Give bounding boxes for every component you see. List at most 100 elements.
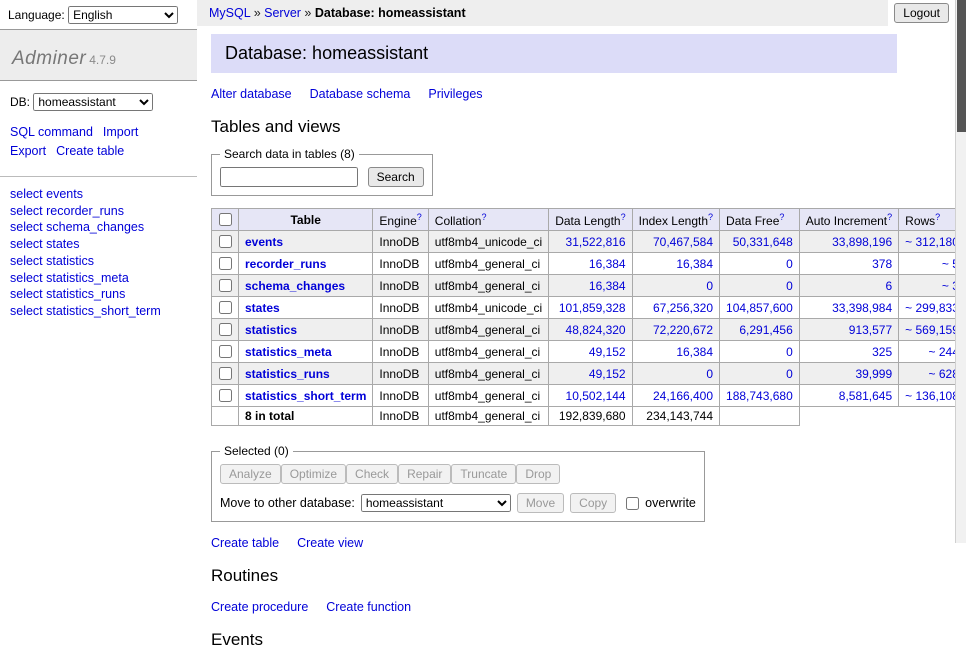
- sidebar-item-select-schema-changes[interactable]: select schema_changes: [10, 220, 144, 234]
- index-length-link[interactable]: 72,220,672: [653, 323, 713, 337]
- table-link-statistics-short-term[interactable]: statistics_short_term: [245, 389, 366, 403]
- data-free-link[interactable]: 50,331,648: [733, 235, 793, 249]
- repair-button[interactable]: Repair: [398, 464, 451, 484]
- scrollbar-thumb[interactable]: [957, 0, 966, 132]
- sidebar-link-import[interactable]: Import: [103, 125, 138, 139]
- search-button[interactable]: Search: [368, 167, 424, 187]
- table-link-statistics[interactable]: statistics: [245, 323, 297, 337]
- auto-increment-link[interactable]: 6: [885, 279, 892, 293]
- data-length-link[interactable]: 49,152: [589, 345, 626, 359]
- sidebar-item-select-statistics[interactable]: select statistics: [10, 254, 94, 268]
- data-free-link[interactable]: 0: [786, 345, 793, 359]
- table-link-states[interactable]: states: [245, 301, 280, 315]
- table-link-recorder-runs[interactable]: recorder_runs: [245, 257, 326, 271]
- data-length-link[interactable]: 16,384: [589, 279, 626, 293]
- sidebar-item-select-recorder-runs[interactable]: select recorder_runs: [10, 204, 124, 218]
- link-create-function[interactable]: Create function: [326, 600, 411, 614]
- index-length-link[interactable]: 0: [706, 367, 713, 381]
- help-link[interactable]: ?: [621, 214, 626, 228]
- app-name[interactable]: Adminer: [12, 48, 86, 69]
- auto-increment-link[interactable]: 33,398,984: [832, 301, 892, 315]
- link-create-view[interactable]: Create view: [297, 536, 363, 550]
- rows-link[interactable]: ~ 312,180: [905, 235, 959, 249]
- data-free-link[interactable]: 0: [786, 367, 793, 381]
- move-button[interactable]: Move: [517, 493, 564, 513]
- breadcrumb-link-mysql[interactable]: MySQL: [209, 6, 250, 20]
- rows-link[interactable]: ~ 136,108: [905, 389, 959, 403]
- help-link[interactable]: ?: [779, 214, 784, 228]
- index-length-link[interactable]: 0: [706, 279, 713, 293]
- collation-cell: utf8mb4_general_ci: [428, 275, 548, 297]
- index-length-link[interactable]: 24,166,400: [653, 389, 713, 403]
- row-checkbox-recorder-runs[interactable]: [219, 257, 232, 270]
- link-alter-database[interactable]: Alter database: [211, 87, 292, 101]
- truncate-button[interactable]: Truncate: [451, 464, 516, 484]
- analyze-button[interactable]: Analyze: [220, 464, 281, 484]
- table-link-events[interactable]: events: [245, 235, 283, 249]
- help-link[interactable]: ?: [708, 214, 713, 228]
- help-link[interactable]: ?: [935, 214, 940, 228]
- link-database-schema[interactable]: Database schema: [310, 87, 411, 101]
- table-link-statistics-runs[interactable]: statistics_runs: [245, 367, 330, 381]
- sidebar-link-sql-command[interactable]: SQL command: [10, 125, 93, 139]
- row-checkbox-schema-changes[interactable]: [219, 279, 232, 292]
- data-length-link[interactable]: 31,522,816: [566, 235, 626, 249]
- link-create-procedure[interactable]: Create procedure: [211, 600, 308, 614]
- overwrite-checkbox[interactable]: [626, 497, 639, 510]
- row-checkbox-statistics[interactable]: [219, 323, 232, 336]
- row-checkbox-states[interactable]: [219, 301, 232, 314]
- sidebar-item-select-states[interactable]: select states: [10, 237, 79, 251]
- row-checkbox-statistics-short-term[interactable]: [219, 389, 232, 402]
- rows-link[interactable]: ~ 299,833: [905, 301, 959, 315]
- breadcrumb-link-server[interactable]: Server: [264, 6, 301, 20]
- copy-button[interactable]: Copy: [570, 493, 616, 513]
- language-select[interactable]: English: [68, 6, 178, 24]
- data-length-link[interactable]: 10,502,144: [566, 389, 626, 403]
- sidebar-item-select-events[interactable]: select events: [10, 187, 83, 201]
- auto-increment-link[interactable]: 325: [872, 345, 892, 359]
- search-input[interactable]: [220, 167, 358, 187]
- sidebar-item-select-statistics-runs[interactable]: select statistics_runs: [10, 287, 125, 301]
- link-privileges[interactable]: Privileges: [428, 87, 482, 101]
- data-length-link[interactable]: 49,152: [589, 367, 626, 381]
- sidebar-item-select-statistics-meta[interactable]: select statistics_meta: [10, 271, 129, 285]
- help-link[interactable]: ?: [481, 214, 486, 228]
- index-length-link[interactable]: 67,256,320: [653, 301, 713, 315]
- table-link-schema-changes[interactable]: schema_changes: [245, 279, 345, 293]
- auto-increment-link[interactable]: 33,898,196: [832, 235, 892, 249]
- sidebar-link-create-table[interactable]: Create table: [56, 144, 124, 158]
- table-link-statistics-meta[interactable]: statistics_meta: [245, 345, 332, 359]
- data-length-link[interactable]: 16,384: [589, 257, 626, 271]
- index-length-link[interactable]: 16,384: [676, 345, 713, 359]
- db-select[interactable]: homeassistant: [33, 93, 153, 111]
- link-create-table[interactable]: Create table: [211, 536, 279, 550]
- data-free-link[interactable]: 6,291,456: [739, 323, 792, 337]
- help-link[interactable]: ?: [887, 214, 892, 228]
- index-length-link[interactable]: 16,384: [676, 257, 713, 271]
- sidebar-link-export[interactable]: Export: [10, 144, 46, 158]
- auto-increment-link[interactable]: 8,581,645: [839, 389, 892, 403]
- data-free-link[interactable]: 104,857,600: [726, 301, 793, 315]
- select-all-checkbox[interactable]: [219, 213, 232, 226]
- sidebar-item-select-statistics-short-term[interactable]: select statistics_short_term: [10, 304, 161, 318]
- data-free-link[interactable]: 188,743,680: [726, 389, 793, 403]
- auto-increment-link[interactable]: 378: [872, 257, 892, 271]
- data-length-link[interactable]: 48,824,320: [566, 323, 626, 337]
- data-free-link[interactable]: 0: [786, 257, 793, 271]
- check-button[interactable]: Check: [346, 464, 398, 484]
- index-length-link[interactable]: 70,467,584: [653, 235, 713, 249]
- move-db-select[interactable]: homeassistant: [361, 494, 511, 512]
- rows-link[interactable]: ~ 569,159: [905, 323, 959, 337]
- optimize-button[interactable]: Optimize: [281, 464, 346, 484]
- row-checkbox-statistics-runs[interactable]: [219, 367, 232, 380]
- drop-button[interactable]: Drop: [516, 464, 560, 484]
- auto-increment-link[interactable]: 913,577: [849, 323, 892, 337]
- data-length-link[interactable]: 101,859,328: [559, 301, 626, 315]
- scrollbar[interactable]: [955, 0, 966, 543]
- data-free-link[interactable]: 0: [786, 279, 793, 293]
- logout-button[interactable]: Logout: [894, 3, 949, 23]
- row-checkbox-statistics-meta[interactable]: [219, 345, 232, 358]
- row-checkbox-events[interactable]: [219, 235, 232, 248]
- help-link[interactable]: ?: [417, 214, 422, 228]
- auto-increment-link[interactable]: 39,999: [855, 367, 892, 381]
